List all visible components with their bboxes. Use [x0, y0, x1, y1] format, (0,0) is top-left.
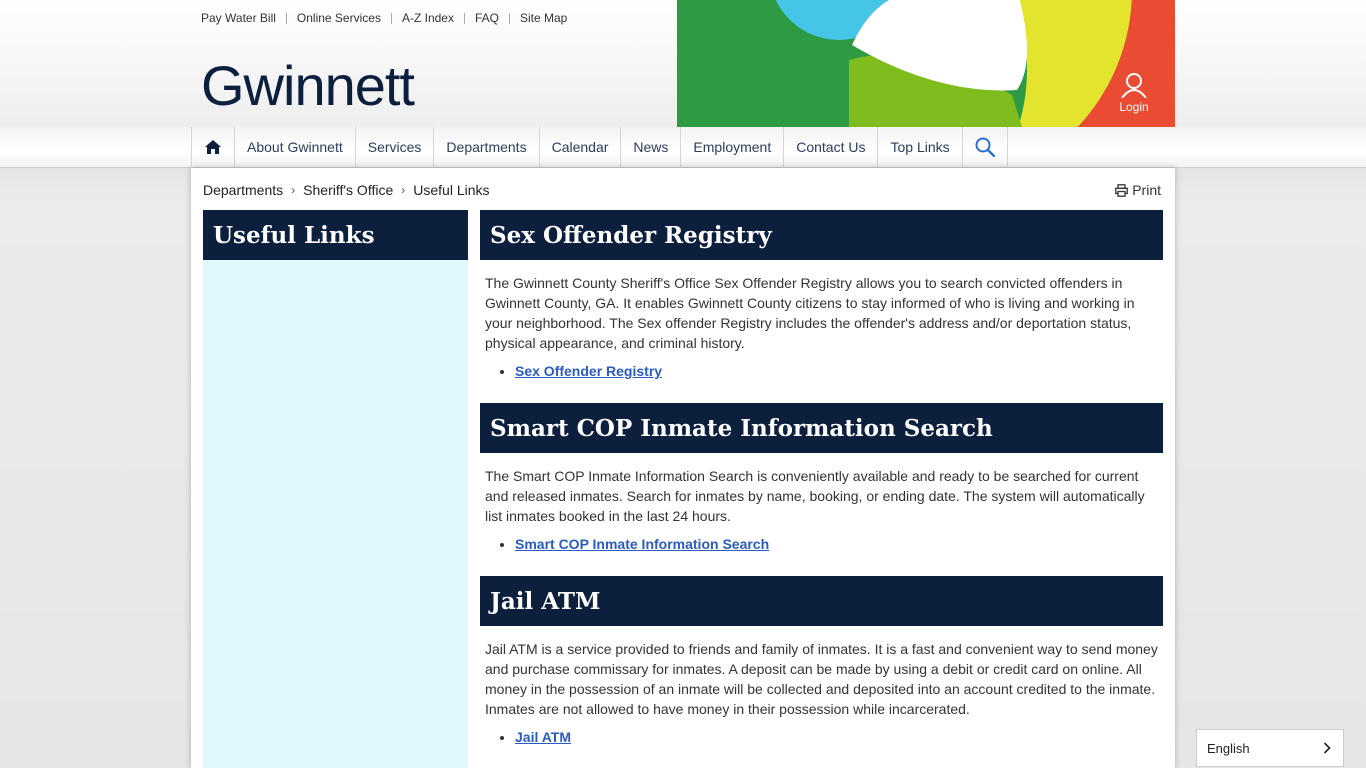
section-link-list: Sex Offender Registry — [485, 361, 1158, 381]
print-label: Print — [1132, 182, 1161, 198]
nav-calendar[interactable]: Calendar — [538, 127, 621, 167]
section-body: Jail ATM is a service provided to friend… — [480, 626, 1163, 747]
login-button[interactable]: Login — [1109, 72, 1159, 114]
content-area: Departments › Sheriff's Office › Useful … — [191, 168, 1175, 768]
breadcrumb-sheriffs-office[interactable]: Sheriff's Office — [303, 182, 393, 198]
language-selector[interactable]: English — [1196, 729, 1344, 767]
utility-separator — [285, 12, 287, 24]
utility-separator — [390, 12, 392, 24]
utility-link-site-map[interactable]: Site Map — [520, 11, 567, 25]
link-smart-cop-inmate-search[interactable]: Smart COP Inmate Information Search — [515, 536, 769, 552]
link-jail-atm[interactable]: Jail ATM — [515, 729, 571, 745]
list-item: Smart COP Inmate Information Search — [515, 534, 1158, 554]
utility-link-faq[interactable]: FAQ — [475, 11, 499, 25]
link-sex-offender-registry[interactable]: Sex Offender Registry — [515, 363, 662, 379]
chevron-right-icon — [1323, 742, 1331, 754]
breadcrumb-current: Useful Links — [413, 182, 490, 198]
utility-link-pay-water-bill[interactable]: Pay Water Bill — [201, 11, 276, 25]
language-selected: English — [1207, 740, 1250, 756]
section-smart-cop: Smart COP Inmate Information Search The … — [480, 403, 1163, 576]
home-icon — [205, 140, 221, 154]
section-jail-atm: Jail ATM Jail ATM is a service provided … — [480, 576, 1163, 747]
section-title: Sex Offender Registry — [480, 210, 1163, 260]
section-title: Jail ATM — [480, 576, 1163, 626]
section-title: Smart COP Inmate Information Search — [480, 403, 1163, 453]
chevron-right-icon: › — [401, 183, 406, 197]
nav-services[interactable]: Services — [354, 127, 434, 167]
nav-search[interactable] — [961, 127, 1008, 167]
nav-items: About Gwinnett Services Departments Cale… — [191, 127, 1008, 167]
list-item: Sex Offender Registry — [515, 361, 1158, 381]
nav-top-links[interactable]: Top Links — [877, 127, 961, 167]
breadcrumb: Departments › Sheriff's Office › Useful … — [203, 182, 490, 198]
printer-icon — [1115, 183, 1129, 197]
user-icon — [1121, 73, 1147, 98]
header-art — [677, 0, 1175, 127]
main-navigation: About Gwinnett Services Departments Cale… — [0, 127, 1366, 168]
section-sex-offender-registry: Sex Offender Registry The Gwinnett Count… — [480, 210, 1163, 403]
utility-link-az-index[interactable]: A-Z Index — [402, 11, 454, 25]
gwinnett-logo[interactable]: Gwinnett — [201, 58, 415, 114]
section-link-list: Jail ATM — [485, 727, 1158, 747]
nav-news[interactable]: News — [620, 127, 680, 167]
utility-links: Pay Water Bill Online Services A-Z Index… — [201, 11, 567, 25]
nav-home[interactable] — [191, 127, 234, 167]
section-description: The Gwinnett County Sheriff's Office Sex… — [485, 275, 1135, 351]
nav-contact-us[interactable]: Contact Us — [783, 127, 877, 167]
sidebar-title: Useful Links — [203, 210, 468, 260]
list-item: Jail ATM — [515, 727, 1158, 747]
search-icon — [975, 137, 995, 157]
utility-separator — [463, 12, 465, 24]
nav-departments[interactable]: Departments — [433, 127, 538, 167]
section-body: The Smart COP Inmate Information Search … — [480, 453, 1163, 554]
print-button[interactable]: Print — [1115, 182, 1161, 198]
utility-link-online-services[interactable]: Online Services — [297, 11, 381, 25]
chevron-right-icon: › — [291, 183, 296, 197]
section-link-list: Smart COP Inmate Information Search — [485, 534, 1158, 554]
section-description: Jail ATM is a service provided to friend… — [485, 641, 1158, 717]
login-label: Login — [1119, 100, 1149, 114]
nav-about-gwinnett[interactable]: About Gwinnett — [234, 127, 355, 167]
utility-separator — [509, 12, 510, 24]
main-content: Sex Offender Registry The Gwinnett Count… — [480, 210, 1163, 747]
header-art-shapes — [677, 0, 1175, 127]
section-description: The Smart COP Inmate Information Search … — [485, 468, 1145, 524]
section-body: The Gwinnett County Sheriff's Office Sex… — [480, 260, 1163, 381]
breadcrumb-departments[interactable]: Departments — [203, 182, 283, 198]
nav-employment[interactable]: Employment — [680, 127, 783, 167]
sidebar: Useful Links — [203, 210, 468, 768]
